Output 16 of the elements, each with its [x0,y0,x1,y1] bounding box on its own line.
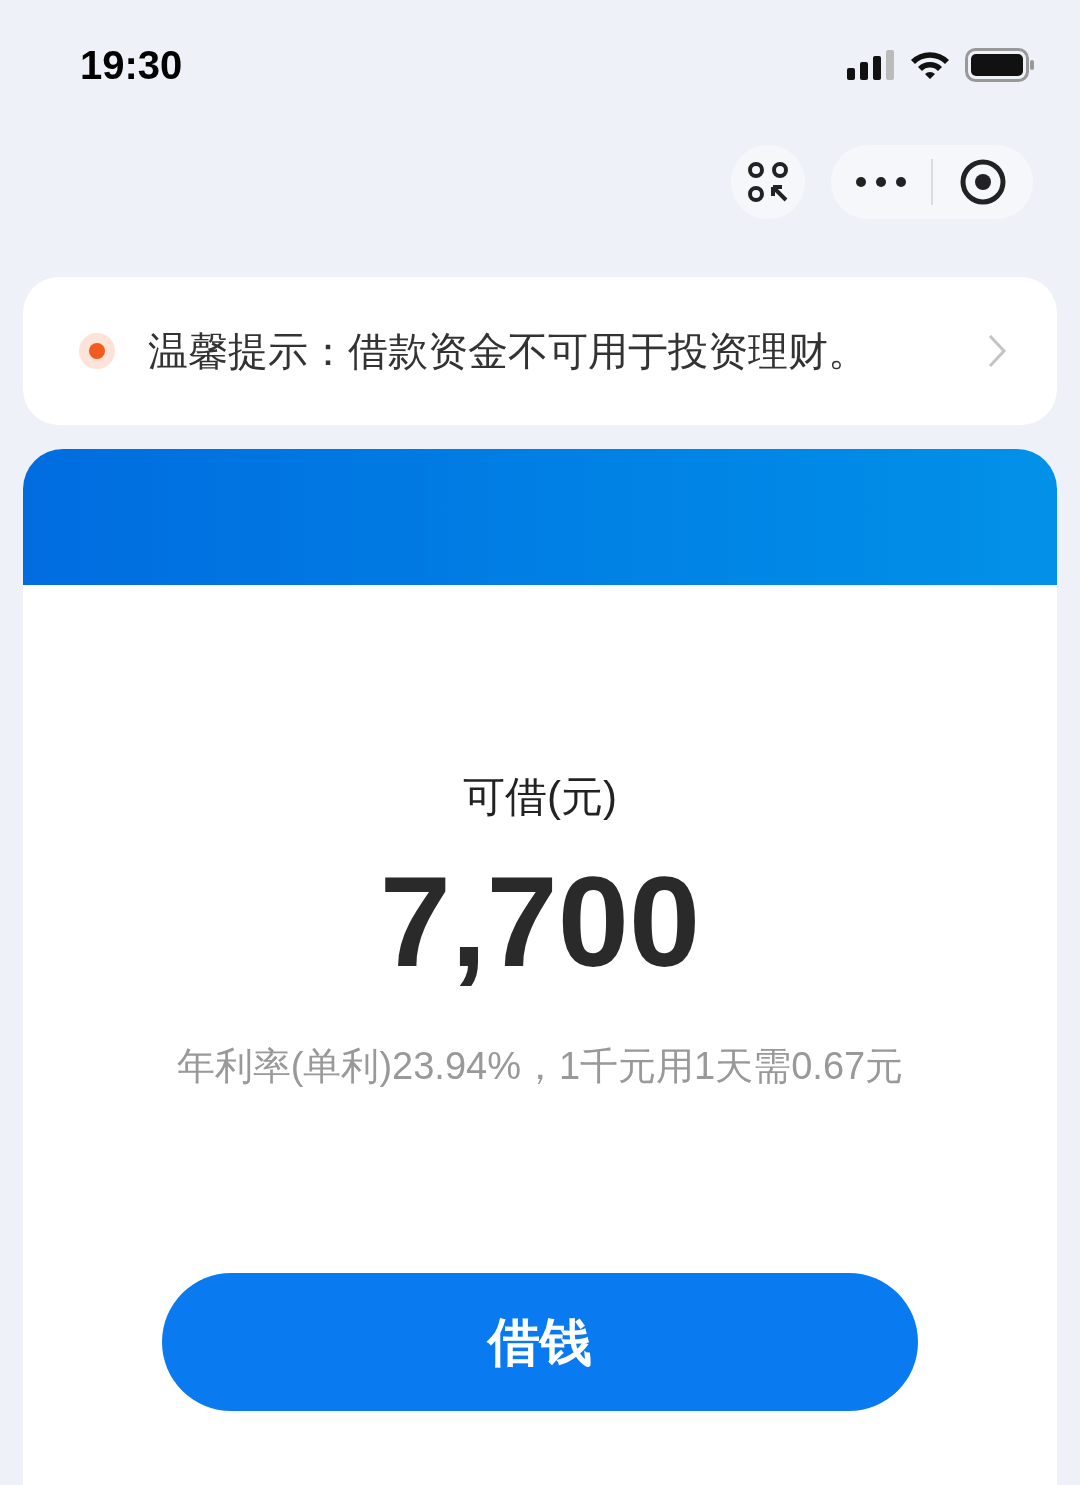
chevron-right-icon [987,333,1007,369]
notice-text: 借款资金不可用于投资理财。 [348,328,868,375]
status-time: 19:30 [80,42,183,89]
notice-bar[interactable]: 温馨提示：借款资金不可用于投资理财。 [23,277,1057,425]
signal-icon [847,50,895,80]
scan-icon [747,161,789,203]
wifi-icon [909,49,951,81]
notice-label: 温馨提示： [148,328,348,375]
borrow-button[interactable]: 借钱 [162,1273,918,1411]
battery-icon [965,48,1035,82]
rate-note: 年利率(单利)23.94%，1千元用1天需0.67元 [176,1044,904,1089]
target-icon [959,158,1007,206]
loan-amount: 7,700 [379,858,701,986]
loan-title: 可借(元) [463,772,617,822]
more-icon [855,176,907,188]
dot-icon [78,332,116,370]
